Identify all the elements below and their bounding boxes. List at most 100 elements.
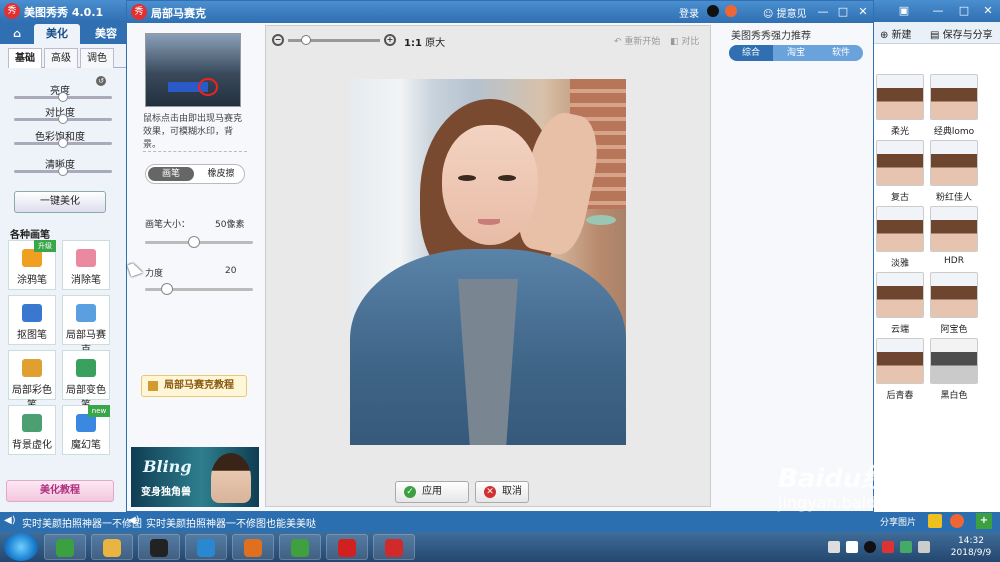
sub-tab-basic[interactable]: 基础: [8, 48, 42, 68]
filter-item[interactable]: 粉红佳人: [930, 140, 978, 203]
filter-thumbnail: [930, 272, 978, 318]
pen-mode-brush[interactable]: 画笔: [148, 167, 194, 181]
brush-tool[interactable]: 局部马赛克: [62, 295, 110, 356]
brush-tool[interactable]: 背景虚化: [8, 405, 56, 455]
filter-item[interactable]: HDR: [930, 206, 978, 266]
recommend-tab-all[interactable]: 综合: [729, 45, 773, 61]
taskbar-app-ie[interactable]: [44, 534, 86, 560]
start-button[interactable]: [4, 533, 38, 561]
taskbar-app-meitu[interactable]: [373, 534, 415, 560]
brush-tool[interactable]: 涂鸦笔 升级: [8, 240, 56, 290]
weibo-icon[interactable]: [725, 5, 737, 17]
pen-size-slider[interactable]: [145, 236, 253, 248]
filter-item[interactable]: 经典lomo: [930, 74, 978, 137]
antivirus-tray-icon[interactable]: [882, 541, 894, 553]
baidu-watermark: Baidu经验 jingyan.baidu.com: [778, 458, 926, 512]
zoom-in-icon[interactable]: +: [384, 34, 396, 46]
cancel-label: 取消: [502, 486, 522, 497]
minimize-icon[interactable]: —: [815, 4, 831, 20]
mosaic-dialog: 秀 局部马赛克 登录 ☺ 提意见 — □ ✕ 鼠标点击由即出现马赛克效果，可模糊…: [126, 0, 874, 512]
taskbar-app-qq[interactable]: [138, 534, 180, 560]
promo-banner[interactable]: Bling 变身独角兽: [131, 447, 259, 507]
apply-button[interactable]: ✓ 应用: [395, 481, 469, 503]
recommend-tab-taobao[interactable]: 淘宝: [774, 45, 818, 61]
brush-tool[interactable]: 抠图笔: [8, 295, 56, 345]
feedback-link[interactable]: ☺ 提意见: [763, 5, 807, 20]
edited-photo[interactable]: [350, 79, 626, 445]
qq-tray-icon[interactable]: [864, 541, 876, 553]
taskbar-app-media[interactable]: [185, 534, 227, 560]
filter-item[interactable]: 黑白色: [930, 338, 978, 401]
minimize-icon[interactable]: —: [930, 3, 946, 19]
marquee-text-left[interactable]: 实时美颜拍照神器一不修图: [22, 515, 142, 530]
home-icon[interactable]: ⌂: [4, 24, 30, 44]
tool-badge: 升级: [34, 240, 56, 252]
taskbar-app-explorer[interactable]: [91, 534, 133, 560]
filter-item[interactable]: 柔光: [876, 74, 924, 137]
sub-tab-advanced[interactable]: 高级: [44, 48, 78, 68]
new-button[interactable]: ⊕ 新建: [880, 26, 912, 41]
tab-beautify[interactable]: 美化: [34, 24, 80, 44]
beautify-tutorial-button[interactable]: 美化教程: [6, 480, 114, 502]
adjust-slider[interactable]: [14, 114, 112, 124]
qq-icon[interactable]: [707, 5, 719, 17]
login-link[interactable]: 登录: [679, 5, 699, 20]
maximize-icon[interactable]: □: [835, 4, 851, 20]
pen-size-label: 画笔大小：: [145, 220, 191, 230]
add-icon[interactable]: +: [976, 513, 992, 529]
compare-button[interactable]: ◧ 对比: [670, 34, 699, 47]
filter-item[interactable]: 复古: [876, 140, 924, 203]
slider-knob[interactable]: [58, 138, 68, 148]
zoom-slider[interactable]: [288, 35, 380, 45]
adjust-slider[interactable]: [14, 166, 112, 176]
slider-knob[interactable]: [58, 92, 68, 102]
slider-knob[interactable]: [58, 114, 68, 124]
adjust-slider[interactable]: [14, 138, 112, 148]
slider-knob[interactable]: [58, 166, 68, 176]
marquee-text-main[interactable]: 实时美颜拍照神器一不修图也能美美哒: [146, 515, 316, 530]
save-share-button[interactable]: ▤ 保存与分享: [930, 26, 993, 41]
filter-item[interactable]: 后青春: [876, 338, 924, 401]
volume-icon[interactable]: [918, 541, 930, 553]
brush-tool[interactable]: 局部变色笔: [62, 350, 110, 411]
share-image-label[interactable]: 分享图片: [880, 515, 916, 528]
recommend-tab-software[interactable]: 软件: [819, 45, 863, 61]
brush-tool[interactable]: 魔幻笔 new: [62, 405, 110, 455]
one-key-beautify-button[interactable]: 一键美化: [14, 191, 106, 213]
filter-item[interactable]: 云端: [876, 272, 924, 335]
favorite-icon[interactable]: [928, 514, 942, 528]
app-icon: [291, 539, 309, 557]
taskbar-app-app[interactable]: [279, 534, 321, 560]
tray-expand-icon[interactable]: [846, 541, 858, 553]
close-icon[interactable]: ✕: [855, 4, 871, 20]
strength-knob[interactable]: [160, 283, 173, 295]
adjust-slider[interactable]: [14, 92, 112, 102]
skin-icon[interactable]: ▣: [896, 3, 912, 19]
restart-button[interactable]: ↶ 重新开始: [614, 34, 660, 47]
mosaic-tutorial-button[interactable]: 局部马赛克教程: [141, 375, 247, 397]
tab-cosmetic[interactable]: 美容: [84, 24, 128, 44]
system-clock[interactable]: 14:32 2018/9/9: [944, 535, 998, 559]
weibo-share-icon[interactable]: [950, 514, 964, 528]
brush-tool[interactable]: 消除笔: [62, 240, 110, 290]
filter-item[interactable]: 阿宝色: [930, 272, 978, 335]
zoom-out-icon[interactable]: −: [272, 34, 284, 46]
filter-item[interactable]: 淡雅: [876, 206, 924, 269]
brush-tool-label: 抠图笔: [17, 330, 47, 341]
maximize-icon[interactable]: □: [956, 3, 972, 19]
taskbar-app-firefox[interactable]: [232, 534, 274, 560]
actual-size-button[interactable]: 1:1 原大: [404, 34, 445, 49]
close-icon[interactable]: ✕: [980, 3, 996, 19]
canvas-area[interactable]: − + 1:1 原大 ↶ 重新开始 ◧ 对比: [265, 25, 711, 507]
network-icon[interactable]: [900, 541, 912, 553]
sub-tab-color[interactable]: 调色: [80, 48, 114, 68]
cancel-button[interactable]: ✕ 取消: [475, 481, 529, 503]
keyboard-icon[interactable]: [828, 541, 840, 553]
filter-label: 经典lomo: [933, 127, 975, 137]
strength-slider[interactable]: [145, 283, 253, 295]
taskbar-app-recorder[interactable]: [326, 534, 368, 560]
brush-tool[interactable]: 局部彩色笔: [8, 350, 56, 411]
zoom-knob[interactable]: [301, 35, 312, 45]
pen-mode-eraser[interactable]: 橡皮擦: [198, 167, 244, 181]
pen-size-knob[interactable]: [187, 236, 200, 248]
